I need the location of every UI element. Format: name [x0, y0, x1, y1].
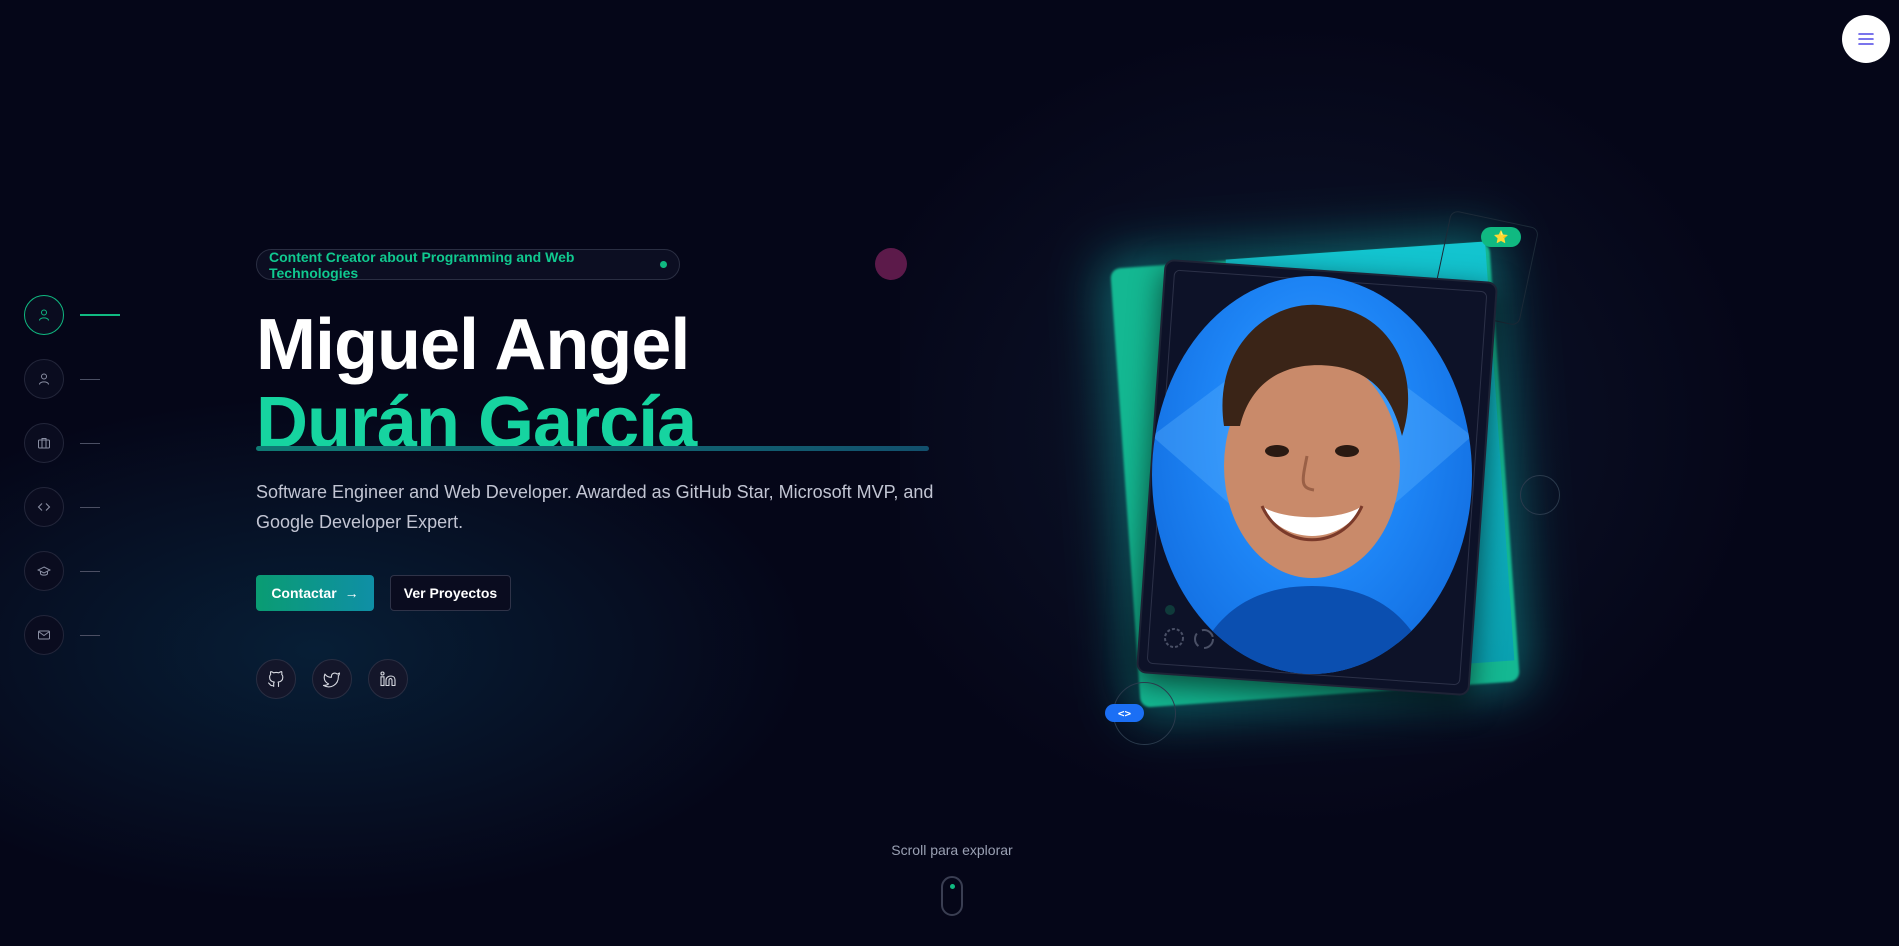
- role-badge-text: Content Creator about Programming and We…: [269, 248, 575, 281]
- name-underline: [256, 446, 929, 451]
- briefcase-icon: [38, 438, 50, 449]
- side-nav-item-contact[interactable]: [24, 615, 120, 655]
- decorative-dot: [875, 248, 907, 280]
- user-icon: [39, 373, 49, 385]
- star-badge: ⭐: [1481, 227, 1521, 247]
- side-nav-indicator: [80, 442, 100, 444]
- side-nav-circle[interactable]: [24, 615, 64, 655]
- side-nav-indicator: [80, 378, 100, 380]
- hero-subtitle: Software Engineer and Web Developer. Awa…: [256, 482, 934, 532]
- star-icon: ⭐: [1493, 230, 1509, 244]
- twitter-link[interactable]: [312, 659, 352, 699]
- side-nav-circle[interactable]: [24, 295, 64, 335]
- code-icon: [37, 503, 51, 511]
- role-badge: Content Creator about Programming and We…: [256, 248, 680, 281]
- side-nav-indicator: [80, 570, 100, 572]
- mail-icon: [38, 630, 50, 640]
- side-nav-item-education[interactable]: [24, 551, 120, 591]
- code-icon: <>: [1117, 706, 1132, 720]
- side-nav-item-experience[interactable]: [24, 423, 120, 463]
- side-nav-indicator: [80, 506, 100, 508]
- scroll-hint: Scroll para explorar: [891, 842, 1013, 858]
- side-nav-item-home[interactable]: [24, 295, 120, 335]
- linkedin-link[interactable]: [368, 659, 408, 699]
- status-dot: [660, 261, 667, 268]
- scroll-mouse-icon[interactable]: [941, 876, 963, 916]
- user-icon: [39, 309, 49, 321]
- github-link[interactable]: [256, 659, 296, 699]
- side-navigation: [24, 295, 120, 679]
- view-projects-label: Ver Proyectos: [403, 585, 498, 601]
- side-nav-item-about[interactable]: [24, 359, 120, 399]
- side-nav-circle[interactable]: [24, 487, 64, 527]
- side-nav-item-projects[interactable]: [24, 487, 120, 527]
- contact-button[interactable]: Contactar →: [256, 575, 374, 611]
- decorative-ring: [1520, 475, 1560, 515]
- twitter-icon: [323, 672, 341, 688]
- side-nav-circle[interactable]: [24, 551, 64, 591]
- view-projects-button[interactable]: Ver Proyectos: [390, 575, 511, 611]
- linkedin-icon: [380, 671, 396, 687]
- hamburger-icon: [1858, 33, 1874, 45]
- side-nav-indicator: [80, 634, 100, 636]
- github-icon: [267, 671, 284, 688]
- menu-button[interactable]: [1842, 15, 1890, 63]
- card-decoration-dots: [1164, 605, 1214, 649]
- graduation-cap-icon: [37, 566, 51, 576]
- side-nav-indicator: [80, 314, 120, 316]
- scroll-wheel-dot: [950, 884, 955, 889]
- arrow-right-icon: →: [344, 585, 359, 601]
- code-badge: <>: [1105, 704, 1144, 722]
- contact-button-label: Contactar: [271, 585, 337, 601]
- side-nav-circle[interactable]: [24, 423, 64, 463]
- name-second-line: Durán García: [256, 383, 697, 463]
- side-nav-circle[interactable]: [24, 359, 64, 399]
- name-first-line: Miguel Angel: [256, 305, 690, 385]
